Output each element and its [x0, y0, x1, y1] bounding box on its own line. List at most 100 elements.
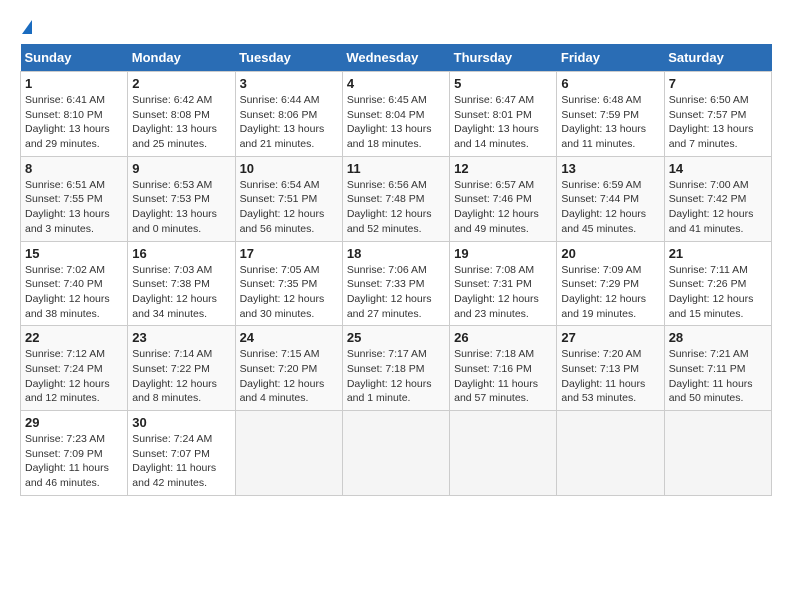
- calendar-week-row: 8 Sunrise: 6:51 AM Sunset: 7:55 PM Dayli…: [21, 156, 772, 241]
- calendar-cell: 23 Sunrise: 7:14 AM Sunset: 7:22 PM Dayl…: [128, 326, 235, 411]
- day-detail: Sunrise: 7:09 AM Sunset: 7:29 PM Dayligh…: [561, 263, 659, 322]
- calendar-week-row: 22 Sunrise: 7:12 AM Sunset: 7:24 PM Dayl…: [21, 326, 772, 411]
- calendar-cell: 16 Sunrise: 7:03 AM Sunset: 7:38 PM Dayl…: [128, 241, 235, 326]
- day-number: 14: [669, 161, 767, 176]
- calendar-cell: [557, 411, 664, 496]
- day-detail: Sunrise: 7:11 AM Sunset: 7:26 PM Dayligh…: [669, 263, 767, 322]
- calendar-table: SundayMondayTuesdayWednesdayThursdayFrid…: [20, 44, 772, 496]
- day-number: 12: [454, 161, 552, 176]
- day-number: 26: [454, 330, 552, 345]
- day-detail: Sunrise: 6:48 AM Sunset: 7:59 PM Dayligh…: [561, 93, 659, 152]
- header: [20, 20, 772, 34]
- day-number: 28: [669, 330, 767, 345]
- day-detail: Sunrise: 6:45 AM Sunset: 8:04 PM Dayligh…: [347, 93, 445, 152]
- day-detail: Sunrise: 6:44 AM Sunset: 8:06 PM Dayligh…: [240, 93, 338, 152]
- day-number: 20: [561, 246, 659, 261]
- day-detail: Sunrise: 7:12 AM Sunset: 7:24 PM Dayligh…: [25, 347, 123, 406]
- day-number: 8: [25, 161, 123, 176]
- calendar-cell: 7 Sunrise: 6:50 AM Sunset: 7:57 PM Dayli…: [664, 72, 771, 157]
- day-detail: Sunrise: 6:42 AM Sunset: 8:08 PM Dayligh…: [132, 93, 230, 152]
- calendar-cell: 8 Sunrise: 6:51 AM Sunset: 7:55 PM Dayli…: [21, 156, 128, 241]
- calendar-day-header: Wednesday: [342, 44, 449, 72]
- day-detail: Sunrise: 6:51 AM Sunset: 7:55 PM Dayligh…: [25, 178, 123, 237]
- calendar-cell: 26 Sunrise: 7:18 AM Sunset: 7:16 PM Dayl…: [450, 326, 557, 411]
- day-number: 9: [132, 161, 230, 176]
- day-number: 17: [240, 246, 338, 261]
- calendar-day-header: Saturday: [664, 44, 771, 72]
- day-detail: Sunrise: 7:20 AM Sunset: 7:13 PM Dayligh…: [561, 347, 659, 406]
- day-detail: Sunrise: 7:21 AM Sunset: 7:11 PM Dayligh…: [669, 347, 767, 406]
- day-detail: Sunrise: 7:18 AM Sunset: 7:16 PM Dayligh…: [454, 347, 552, 406]
- day-detail: Sunrise: 6:50 AM Sunset: 7:57 PM Dayligh…: [669, 93, 767, 152]
- calendar-day-header: Monday: [128, 44, 235, 72]
- day-detail: Sunrise: 7:15 AM Sunset: 7:20 PM Dayligh…: [240, 347, 338, 406]
- calendar-day-header: Thursday: [450, 44, 557, 72]
- day-number: 29: [25, 415, 123, 430]
- day-detail: Sunrise: 7:14 AM Sunset: 7:22 PM Dayligh…: [132, 347, 230, 406]
- calendar-cell: 28 Sunrise: 7:21 AM Sunset: 7:11 PM Dayl…: [664, 326, 771, 411]
- calendar-cell: 1 Sunrise: 6:41 AM Sunset: 8:10 PM Dayli…: [21, 72, 128, 157]
- day-number: 10: [240, 161, 338, 176]
- day-detail: Sunrise: 7:23 AM Sunset: 7:09 PM Dayligh…: [25, 432, 123, 491]
- calendar-cell: 12 Sunrise: 6:57 AM Sunset: 7:46 PM Dayl…: [450, 156, 557, 241]
- day-number: 22: [25, 330, 123, 345]
- day-number: 1: [25, 76, 123, 91]
- day-detail: Sunrise: 6:47 AM Sunset: 8:01 PM Dayligh…: [454, 93, 552, 152]
- day-number: 24: [240, 330, 338, 345]
- calendar-cell: 18 Sunrise: 7:06 AM Sunset: 7:33 PM Dayl…: [342, 241, 449, 326]
- day-number: 30: [132, 415, 230, 430]
- calendar-cell: 19 Sunrise: 7:08 AM Sunset: 7:31 PM Dayl…: [450, 241, 557, 326]
- logo-icon: [22, 20, 32, 34]
- day-number: 15: [25, 246, 123, 261]
- day-number: 19: [454, 246, 552, 261]
- day-number: 11: [347, 161, 445, 176]
- day-detail: Sunrise: 7:02 AM Sunset: 7:40 PM Dayligh…: [25, 263, 123, 322]
- calendar-cell: 27 Sunrise: 7:20 AM Sunset: 7:13 PM Dayl…: [557, 326, 664, 411]
- calendar-cell: 14 Sunrise: 7:00 AM Sunset: 7:42 PM Dayl…: [664, 156, 771, 241]
- day-number: 13: [561, 161, 659, 176]
- day-number: 4: [347, 76, 445, 91]
- calendar-cell: 10 Sunrise: 6:54 AM Sunset: 7:51 PM Dayl…: [235, 156, 342, 241]
- calendar-day-header: Friday: [557, 44, 664, 72]
- calendar-cell: 3 Sunrise: 6:44 AM Sunset: 8:06 PM Dayli…: [235, 72, 342, 157]
- day-detail: Sunrise: 6:57 AM Sunset: 7:46 PM Dayligh…: [454, 178, 552, 237]
- logo: [20, 20, 32, 34]
- day-number: 25: [347, 330, 445, 345]
- day-number: 6: [561, 76, 659, 91]
- day-number: 27: [561, 330, 659, 345]
- day-number: 23: [132, 330, 230, 345]
- day-number: 2: [132, 76, 230, 91]
- day-detail: Sunrise: 7:00 AM Sunset: 7:42 PM Dayligh…: [669, 178, 767, 237]
- calendar-week-row: 15 Sunrise: 7:02 AM Sunset: 7:40 PM Dayl…: [21, 241, 772, 326]
- day-number: 3: [240, 76, 338, 91]
- day-number: 18: [347, 246, 445, 261]
- day-detail: Sunrise: 7:05 AM Sunset: 7:35 PM Dayligh…: [240, 263, 338, 322]
- calendar-cell: 30 Sunrise: 7:24 AM Sunset: 7:07 PM Dayl…: [128, 411, 235, 496]
- calendar-cell: 2 Sunrise: 6:42 AM Sunset: 8:08 PM Dayli…: [128, 72, 235, 157]
- calendar-header-row: SundayMondayTuesdayWednesdayThursdayFrid…: [21, 44, 772, 72]
- calendar-cell: 21 Sunrise: 7:11 AM Sunset: 7:26 PM Dayl…: [664, 241, 771, 326]
- calendar-week-row: 29 Sunrise: 7:23 AM Sunset: 7:09 PM Dayl…: [21, 411, 772, 496]
- day-detail: Sunrise: 6:59 AM Sunset: 7:44 PM Dayligh…: [561, 178, 659, 237]
- calendar-cell: 6 Sunrise: 6:48 AM Sunset: 7:59 PM Dayli…: [557, 72, 664, 157]
- calendar-week-row: 1 Sunrise: 6:41 AM Sunset: 8:10 PM Dayli…: [21, 72, 772, 157]
- day-detail: Sunrise: 6:54 AM Sunset: 7:51 PM Dayligh…: [240, 178, 338, 237]
- calendar-cell: 9 Sunrise: 6:53 AM Sunset: 7:53 PM Dayli…: [128, 156, 235, 241]
- day-detail: Sunrise: 7:06 AM Sunset: 7:33 PM Dayligh…: [347, 263, 445, 322]
- calendar-cell: [342, 411, 449, 496]
- calendar-cell: 11 Sunrise: 6:56 AM Sunset: 7:48 PM Dayl…: [342, 156, 449, 241]
- calendar-cell: 24 Sunrise: 7:15 AM Sunset: 7:20 PM Dayl…: [235, 326, 342, 411]
- day-detail: Sunrise: 7:08 AM Sunset: 7:31 PM Dayligh…: [454, 263, 552, 322]
- day-detail: Sunrise: 6:53 AM Sunset: 7:53 PM Dayligh…: [132, 178, 230, 237]
- calendar-day-header: Tuesday: [235, 44, 342, 72]
- calendar-cell: 4 Sunrise: 6:45 AM Sunset: 8:04 PM Dayli…: [342, 72, 449, 157]
- calendar-day-header: Sunday: [21, 44, 128, 72]
- day-detail: Sunrise: 7:03 AM Sunset: 7:38 PM Dayligh…: [132, 263, 230, 322]
- calendar-cell: 25 Sunrise: 7:17 AM Sunset: 7:18 PM Dayl…: [342, 326, 449, 411]
- day-detail: Sunrise: 6:56 AM Sunset: 7:48 PM Dayligh…: [347, 178, 445, 237]
- calendar-cell: [450, 411, 557, 496]
- day-detail: Sunrise: 6:41 AM Sunset: 8:10 PM Dayligh…: [25, 93, 123, 152]
- day-detail: Sunrise: 7:17 AM Sunset: 7:18 PM Dayligh…: [347, 347, 445, 406]
- day-detail: Sunrise: 7:24 AM Sunset: 7:07 PM Dayligh…: [132, 432, 230, 491]
- calendar-cell: 17 Sunrise: 7:05 AM Sunset: 7:35 PM Dayl…: [235, 241, 342, 326]
